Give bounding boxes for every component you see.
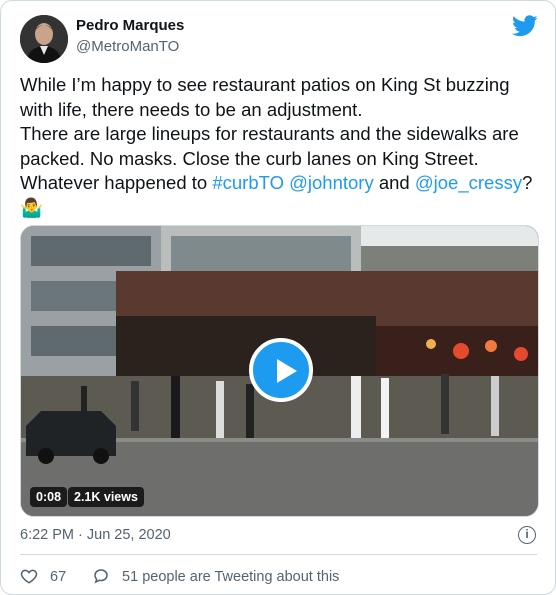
tweet-card: Pedro Marques @MetroManTO While I’m happ… (0, 0, 556, 595)
avatar[interactable] (20, 15, 68, 63)
author-handle[interactable]: @MetroManTO (76, 38, 179, 55)
tweet-line-3-prefix: Whatever happened to (20, 172, 213, 193)
tweet-line-1: While I’m happy to see restaurant patios… (20, 74, 515, 120)
mention-link-joe-cressy[interactable]: @joe_cressy (415, 172, 522, 193)
conversation-text: 51 people are Tweeting about this (122, 569, 340, 585)
hashtag-link[interactable]: #curbTO (212, 172, 284, 193)
info-icon[interactable]: i (518, 526, 536, 544)
conversation-action[interactable]: 51 people are Tweeting about this (92, 567, 339, 585)
tweet-text: While I’m happy to see restaurant patios… (20, 73, 540, 220)
comment-icon (94, 569, 108, 584)
video-duration: 0:08 (30, 487, 68, 507)
connector-text: and (373, 172, 415, 193)
author-name[interactable]: Pedro Marques (76, 17, 184, 34)
tweet-timestamp[interactable]: 6:22 PM · Jun 25, 2020 (20, 527, 171, 543)
like-action[interactable]: 67 (20, 567, 66, 585)
shrug-emoji: 🤷‍♂️ (20, 196, 44, 218)
play-icon[interactable] (249, 338, 313, 402)
video-player[interactable]: 0:08 2.1K views (20, 225, 539, 517)
twitter-bird-icon[interactable] (512, 15, 538, 37)
heart-icon (20, 569, 38, 584)
mention-link-johntory[interactable]: @johntory (289, 172, 374, 193)
divider (20, 554, 537, 555)
question-mark: ? (522, 172, 533, 193)
tweet-line-2: There are large lineups for restaurants … (20, 123, 524, 169)
like-count: 67 (50, 569, 67, 585)
video-views: 2.1K views (68, 487, 144, 507)
